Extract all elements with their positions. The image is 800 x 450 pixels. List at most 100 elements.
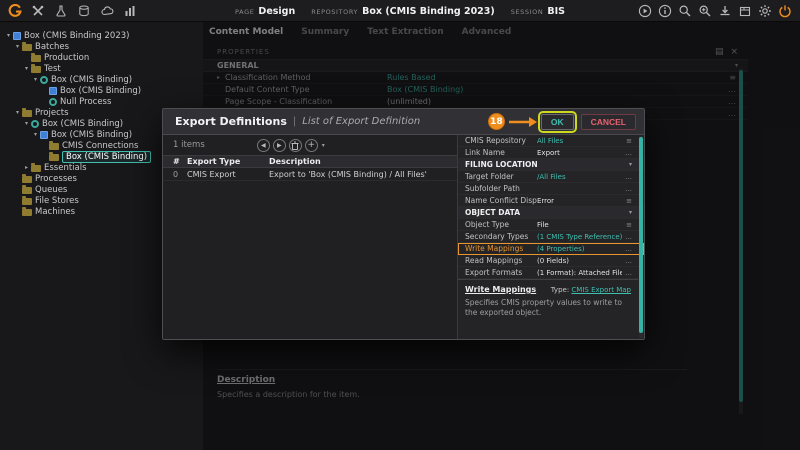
- folder-icon: [22, 176, 32, 183]
- chevron-down-icon[interactable]: ▾: [31, 129, 40, 140]
- chevron-down-icon[interactable]: ▾: [4, 30, 13, 41]
- property-row-secondary-types[interactable]: Secondary Types (1 CMIS Type Reference) …: [458, 231, 644, 243]
- ok-button[interactable]: OK: [541, 114, 574, 130]
- column-header-export-type[interactable]: Export Type: [187, 157, 269, 166]
- move-down-button[interactable]: ▶: [273, 139, 286, 152]
- play-icon[interactable]: [638, 4, 652, 18]
- tree-item-null-process[interactable]: Null Process: [0, 96, 203, 107]
- export-definitions-dialog: Export Definitions | List of Export Defi…: [162, 108, 645, 340]
- tree-item-test[interactable]: ▾ Test: [0, 63, 203, 74]
- row-description: Export to 'Box (CMIS Binding) / All File…: [269, 170, 457, 179]
- tree-item-batches[interactable]: ▾ Batches: [0, 41, 203, 52]
- combo-icon[interactable]: ≡: [622, 221, 632, 229]
- context-breadcrumb: PAGE Design REPOSITORY Box (CMIS Binding…: [235, 0, 565, 22]
- combo-icon[interactable]: ≡: [622, 197, 632, 205]
- export-definitions-list: 1 items ◀ ▶ + ▾ # Export Type Descriptio…: [163, 135, 457, 339]
- folder-icon: [22, 198, 32, 205]
- top-toolbar: PAGE Design REPOSITORY Box (CMIS Binding…: [0, 0, 800, 22]
- delete-item-button[interactable]: [289, 139, 302, 152]
- property-row-subfolder-path[interactable]: Subfolder Path …: [458, 183, 644, 195]
- power-icon[interactable]: [778, 4, 792, 18]
- zoom-in-icon[interactable]: [698, 4, 712, 18]
- property-row-write-mappings[interactable]: Write Mappings (4 Properties) …: [458, 243, 644, 255]
- session-value[interactable]: BIS: [547, 6, 565, 17]
- section-header-filing-location[interactable]: FILING LOCATION ▾: [458, 159, 644, 171]
- type-value-link[interactable]: CMIS Export Map: [571, 286, 631, 294]
- tree-item-box-cmis-binding-child[interactable]: Box (CMIS Binding): [0, 85, 203, 96]
- scrollbar-thumb[interactable]: [639, 137, 643, 333]
- property-label: Target Folder: [465, 172, 537, 181]
- stats-icon[interactable]: [123, 4, 137, 18]
- tree-item-repo-root[interactable]: ▾ Box (CMIS Binding 2023): [0, 30, 203, 41]
- tree-item-label: File Stores: [35, 196, 79, 206]
- cancel-button[interactable]: CANCEL: [581, 114, 636, 130]
- tree-item-box-cmis-binding-process[interactable]: ▾ Box (CMIS Binding): [0, 74, 203, 85]
- property-value: (1 Format): Attached File: [537, 269, 622, 277]
- combo-icon[interactable]: ≡: [622, 137, 632, 145]
- property-row-cmis-repository[interactable]: CMIS Repository All Files ≡: [458, 135, 644, 147]
- repository-label: REPOSITORY: [311, 8, 358, 16]
- folder-icon: [22, 187, 32, 194]
- property-row-object-type[interactable]: Object Type File ≡: [458, 219, 644, 231]
- annotation-arrow: [509, 116, 537, 128]
- section-label: FILING LOCATION: [465, 160, 538, 169]
- help-icon[interactable]: [658, 4, 672, 18]
- chevron-down-icon[interactable]: ▾: [13, 107, 22, 118]
- tree-item-production[interactable]: Production: [0, 52, 203, 63]
- chevron-down-icon[interactable]: ▾: [22, 118, 31, 129]
- page-label: PAGE: [235, 8, 254, 16]
- item-count-label: 1 items: [173, 140, 205, 150]
- chevron-down-icon[interactable]: ▾: [22, 63, 31, 74]
- application-window: PAGE Design REPOSITORY Box (CMIS Binding…: [0, 0, 800, 450]
- property-grid-scrollbar[interactable]: [639, 136, 643, 338]
- ellipsis-icon[interactable]: …: [622, 149, 632, 157]
- folder-icon: [31, 165, 41, 172]
- design-tools-icon[interactable]: [31, 4, 45, 18]
- list-row-cmis-export[interactable]: 0 CMIS Export Export to 'Box (CMIS Bindi…: [163, 168, 457, 181]
- property-label: Read Mappings: [465, 256, 537, 265]
- package-icon[interactable]: [738, 4, 752, 18]
- property-label: Link Name: [465, 148, 537, 157]
- property-row-read-mappings[interactable]: Read Mappings (0 Fields) …: [458, 255, 644, 267]
- tree-item-label: Box (CMIS Binding): [60, 86, 141, 96]
- ellipsis-icon[interactable]: …: [622, 245, 632, 253]
- chevron-down-icon[interactable]: ▾: [31, 74, 40, 85]
- page-value[interactable]: Design: [258, 6, 295, 17]
- property-row-target-folder[interactable]: Target Folder /All Files …: [458, 171, 644, 183]
- folder-icon: [22, 110, 32, 117]
- ellipsis-icon[interactable]: …: [622, 233, 632, 241]
- property-label: Export Formats: [465, 268, 537, 277]
- move-up-button[interactable]: ◀: [257, 139, 270, 152]
- chevron-down-icon[interactable]: ▾: [13, 41, 22, 52]
- search-icon[interactable]: [678, 4, 692, 18]
- section-header-object-data[interactable]: OBJECT DATA ▾: [458, 207, 644, 219]
- property-value: All Files: [537, 137, 622, 145]
- ellipsis-icon[interactable]: …: [622, 173, 632, 181]
- gear-icon: [40, 76, 48, 84]
- help-text: Specifies CMIS property values to write …: [465, 298, 631, 318]
- property-value: File: [537, 221, 622, 229]
- ellipsis-icon[interactable]: …: [622, 269, 632, 277]
- settings-gear-icon[interactable]: [758, 4, 772, 18]
- dialog-header: Export Definitions | List of Export Defi…: [163, 109, 644, 135]
- column-header-description[interactable]: Description: [269, 157, 457, 166]
- row-num: 0: [163, 170, 187, 179]
- ellipsis-icon[interactable]: …: [622, 185, 632, 193]
- property-row-link-name[interactable]: Link Name Export …: [458, 147, 644, 159]
- file-stores-icon[interactable]: [77, 4, 91, 18]
- property-row-export-formats[interactable]: Export Formats (1 Format): Attached File…: [458, 267, 644, 279]
- chevron-down-icon[interactable]: ▾: [629, 161, 632, 168]
- column-header-num[interactable]: #: [163, 157, 187, 166]
- add-item-caret-icon[interactable]: ▾: [322, 142, 325, 149]
- download-icon[interactable]: [718, 4, 732, 18]
- chevron-down-icon[interactable]: ▾: [629, 209, 632, 216]
- add-item-button[interactable]: +: [305, 139, 318, 152]
- tree-item-label: Null Process: [60, 97, 111, 107]
- tree-item-label: Box (CMIS Binding): [51, 130, 132, 140]
- chevron-right-icon[interactable]: ▸: [22, 162, 31, 173]
- batch-test-icon[interactable]: [54, 4, 68, 18]
- cloud-icon[interactable]: [100, 4, 114, 18]
- repository-value[interactable]: Box (CMIS Binding 2023): [362, 6, 495, 17]
- ellipsis-icon[interactable]: …: [622, 257, 632, 265]
- property-row-name-conflict-disposition[interactable]: Name Conflict Disposition Error ≡: [458, 195, 644, 207]
